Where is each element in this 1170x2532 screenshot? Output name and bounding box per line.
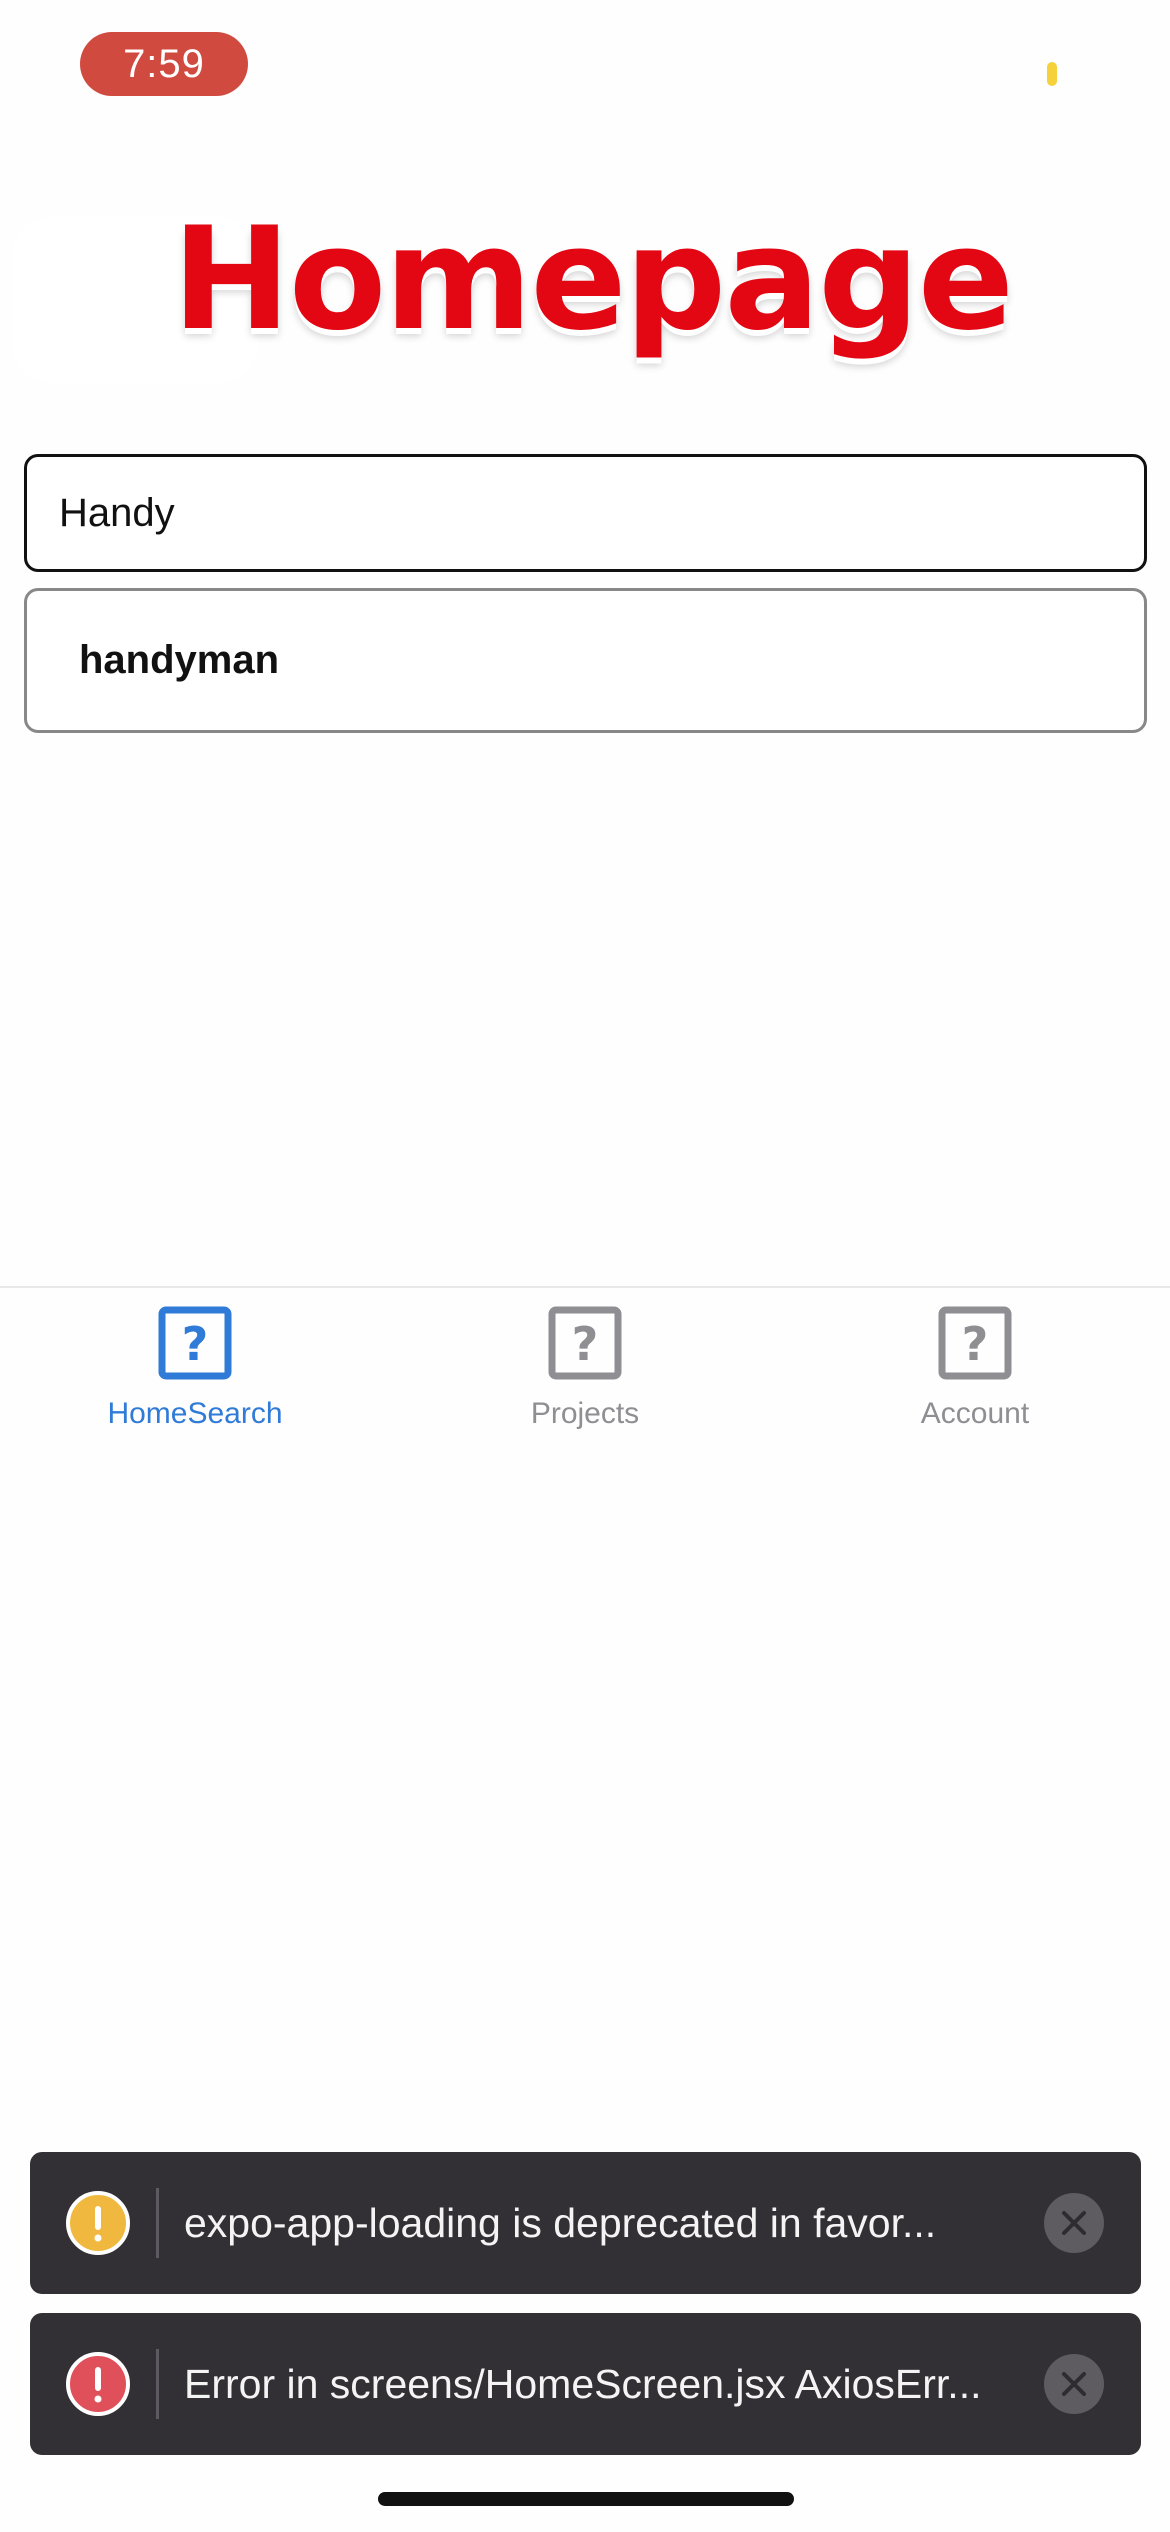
- suggestion-label: handyman: [79, 638, 280, 682]
- question-box-icon: ?: [158, 1306, 232, 1380]
- page-title: Homepage: [172, 197, 1014, 362]
- close-icon[interactable]: [1044, 2193, 1104, 2253]
- toast-message: Error in screens/HomeScreen.jsx AxiosErr…: [184, 2361, 982, 2407]
- svg-text:?: ?: [962, 1317, 989, 1371]
- svg-text:?: ?: [572, 1317, 599, 1371]
- question-box-icon: ?: [548, 1306, 622, 1380]
- status-indicator: [1047, 62, 1057, 86]
- toast-message: expo-app-loading is deprecated in favor.…: [184, 2200, 937, 2246]
- tab-account[interactable]: ? Account: [780, 1300, 1170, 1440]
- error-icon: [66, 2352, 130, 2416]
- svg-text:?: ?: [182, 1317, 209, 1371]
- screen: 7:59 Homepage handyman ? HomeSearch ? Pr…: [0, 0, 1170, 2532]
- error-toast[interactable]: Error in screens/HomeScreen.jsx AxiosErr…: [30, 2313, 1141, 2455]
- tab-projects[interactable]: ? Projects: [390, 1300, 780, 1440]
- tab-label: Account: [920, 1397, 1030, 1430]
- home-indicator[interactable]: [378, 2492, 794, 2506]
- warning-toast[interactable]: expo-app-loading is deprecated in favor.…: [30, 2152, 1141, 2294]
- tab-homesearch[interactable]: ? HomeSearch: [0, 1300, 390, 1440]
- search-input[interactable]: [24, 454, 1147, 572]
- status-time: 7:59: [80, 32, 248, 96]
- suggestion-item[interactable]: handyman: [24, 588, 1147, 733]
- tab-label: Projects: [530, 1397, 640, 1430]
- toast-separator: [156, 2188, 159, 2258]
- tab-label: HomeSearch: [107, 1397, 283, 1430]
- tab-bar-divider: [0, 1286, 1170, 1288]
- question-box-icon: ?: [938, 1306, 1012, 1380]
- warning-icon: [66, 2191, 130, 2255]
- toast-separator: [156, 2349, 159, 2419]
- close-icon[interactable]: [1044, 2354, 1104, 2414]
